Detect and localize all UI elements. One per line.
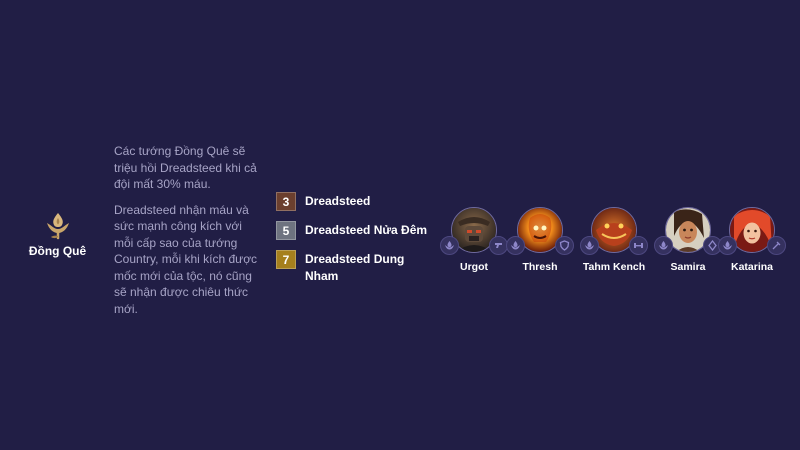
description-paragraph-1: Các tướng Đồng Quê sẽ triệu hồi Dreadste… [114, 144, 257, 191]
class-badge-icon [555, 236, 574, 255]
rose-sprout-icon [46, 213, 69, 240]
tier-count-badge: 7 [276, 250, 296, 269]
trait-badge-icon [718, 236, 737, 255]
champion-name: Tahm Kench [582, 261, 646, 273]
trait-description: Các tướng Đồng Quê sẽ triệu hồi Dreadste… [114, 143, 264, 326]
trait-badge-icon [654, 236, 673, 255]
trait-name: Đồng Quê [28, 244, 87, 258]
tier-row: 3 Dreadsteed [276, 192, 446, 211]
trait-panel: Đồng Quê [20, 210, 95, 258]
champion-name: Katarina [730, 261, 773, 273]
champion-katarina[interactable]: Katarina [712, 207, 792, 273]
tier-row: 5 Dreadsteed Nửa Đêm [276, 221, 446, 240]
tier-row: 7 Dreadsteed Dung Nham [276, 250, 446, 285]
tier-name: Dreadsteed [305, 194, 371, 208]
tier-count-badge: 5 [276, 221, 296, 240]
rose-sprout-icon [723, 241, 732, 250]
champion-thresh[interactable]: Thresh [500, 207, 580, 273]
tier-name: Dreadsteed Nửa Đêm [305, 223, 428, 237]
rose-sprout-icon [511, 241, 520, 250]
dumbbell-class-icon [634, 243, 643, 248]
trait-badge-icon [440, 236, 459, 255]
rose-sprout-icon [445, 241, 454, 250]
trait-badge-icon [580, 236, 599, 255]
champion-name: Samira [670, 261, 706, 273]
champion-name: Thresh [522, 261, 558, 273]
trait-badge-icon [506, 236, 525, 255]
class-badge-icon [629, 236, 648, 255]
description-paragraph-2: Dreadsteed nhận máu và sức mạnh công kíc… [114, 202, 258, 316]
tier-count-badge: 3 [276, 192, 296, 211]
trait-tier-list: 3 Dreadsteed 5 Dreadsteed Nửa Đêm 7 Drea… [276, 192, 446, 295]
shield-class-icon [559, 240, 570, 251]
champion-list: Urgot Thresh Tahm Kench Samira Katarina [440, 207, 792, 297]
champion-name: Urgot [460, 261, 488, 273]
rose-sprout-icon [585, 241, 594, 250]
tier-name: Dreadsteed Dung Nham [305, 252, 405, 283]
rose-sprout-icon [659, 241, 668, 250]
class-badge-icon [767, 236, 786, 255]
dagger-class-icon [772, 241, 781, 250]
champion-tahm-kench[interactable]: Tahm Kench [574, 207, 654, 273]
